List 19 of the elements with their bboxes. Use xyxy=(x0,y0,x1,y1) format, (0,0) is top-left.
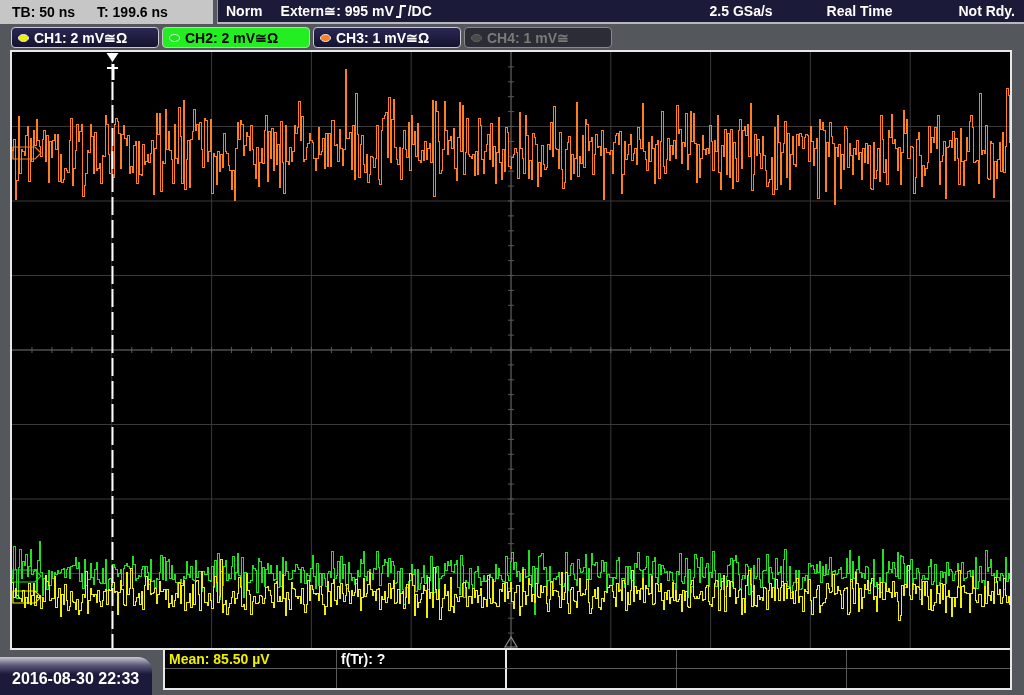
channel-marker-icon[interactable] xyxy=(12,146,42,160)
trigger-coupling: /DC xyxy=(407,3,432,19)
rising-edge-icon xyxy=(395,4,406,18)
date-time: 2016-08-30 22:33 xyxy=(0,657,152,695)
trigger-source: Extern≅: 995 mV xyxy=(280,3,394,19)
channel-button[interactable]: CH3: 1 mV≅Ω xyxy=(313,27,461,48)
timebase-value: TB: 50 ns xyxy=(12,4,75,20)
trigger-time-value: T: 199.6 ns xyxy=(97,4,168,20)
channel-button[interactable]: CH1: 2 mV≅Ω xyxy=(11,27,159,48)
channel-button[interactable]: CH2: 2 mV≅Ω xyxy=(162,27,310,48)
trigger-time-marker[interactable] xyxy=(106,53,119,648)
measurement-value: f(Tr): ? xyxy=(341,651,386,667)
trigger-mode: Norm xyxy=(226,3,263,19)
channel-marker-icon[interactable] xyxy=(12,569,42,583)
acquisition-status: Not Rdy. xyxy=(958,3,1015,19)
sample-rate: 2.5 GSa/s xyxy=(709,3,773,19)
trigger-position-icon xyxy=(503,635,519,648)
acquisition-mode: Real Time xyxy=(826,3,893,19)
measurement-value: Mean: 85.50 µV xyxy=(169,651,270,667)
